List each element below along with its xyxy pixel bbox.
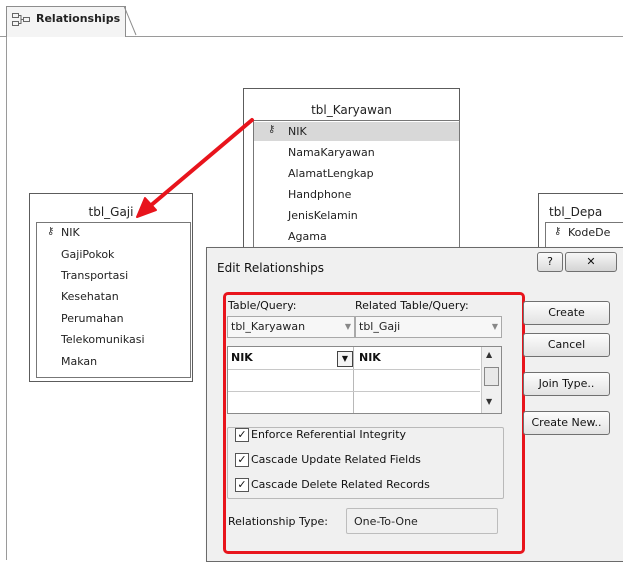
help-icon: ? xyxy=(547,255,553,268)
field-list[interactable]: ⚷ NIK GajiPokok Transportasi Kesehatan P… xyxy=(36,222,191,378)
field-row-selected[interactable] xyxy=(254,122,459,141)
close-button[interactable]: ✕ xyxy=(565,252,617,272)
check-mark-icon: ✓ xyxy=(237,453,247,466)
table-karyawan[interactable]: tbl_Karyawan ⚷ NIK NamaKaryawan AlamatLe… xyxy=(243,88,460,262)
table-query-value: tbl_Karyawan xyxy=(231,320,306,333)
dropdown-arrow-icon: ▼ xyxy=(491,322,498,331)
create-button[interactable]: Create xyxy=(523,301,610,325)
field-name[interactable]: GajiPokok xyxy=(61,248,114,261)
related-table-query-label: Related Table/Query: xyxy=(355,299,469,312)
field-mapping-grid[interactable]: NIK ▼ NIK ▲ ▼ xyxy=(227,346,502,414)
check-mark-icon: ✓ xyxy=(237,478,247,491)
dialog-title: Edit Relationships xyxy=(217,261,324,275)
field-name[interactable]: Perumahan xyxy=(61,312,124,325)
column-divider xyxy=(353,347,354,413)
key-icon: ⚷ xyxy=(268,124,276,135)
field-name[interactable]: Agama xyxy=(288,230,327,243)
table-title: tbl_Depa xyxy=(549,205,603,219)
field-name[interactable]: Transportasi xyxy=(61,269,128,282)
enforce-referential-integrity-checkbox[interactable]: ✓ xyxy=(235,428,249,442)
join-type-button[interactable]: Join Type.. xyxy=(523,372,610,396)
field-name[interactable]: NIK xyxy=(288,125,307,138)
table-query-select[interactable]: tbl_Karyawan ▼ xyxy=(227,316,355,338)
table-departemen[interactable]: tbl_Depa ⚷ KodeDe xyxy=(538,193,623,255)
scroll-up-icon[interactable]: ▲ xyxy=(486,350,492,359)
field-name[interactable]: Telekomunikasi xyxy=(61,333,145,346)
cancel-button[interactable]: Cancel xyxy=(523,333,610,357)
cascade-delete-checkbox[interactable]: ✓ xyxy=(235,478,249,492)
close-icon: ✕ xyxy=(586,255,596,268)
field-name[interactable]: KodeDe xyxy=(568,226,610,239)
check-mark-icon: ✓ xyxy=(237,428,247,441)
scroll-down-icon[interactable]: ▼ xyxy=(486,397,492,406)
field-name[interactable]: NIK xyxy=(61,226,80,239)
tab-edge xyxy=(118,6,137,36)
row-divider xyxy=(228,369,480,370)
tab-label: Relationships xyxy=(36,12,121,25)
key-icon: ⚷ xyxy=(47,226,55,237)
field-name[interactable]: JenisKelamin xyxy=(288,209,358,222)
create-new-button[interactable]: Create New.. xyxy=(523,411,610,435)
key-icon: ⚷ xyxy=(554,226,562,237)
relationship-type-label: Relationship Type: xyxy=(228,515,328,528)
field-name[interactable]: Makan xyxy=(61,355,97,368)
field-name[interactable]: AlamatLengkap xyxy=(288,167,374,180)
annotation-arrow xyxy=(136,118,254,218)
enforce-referential-integrity-label: Enforce Referential Integrity xyxy=(251,428,407,441)
table-title: tbl_Karyawan xyxy=(311,103,392,117)
field-name[interactable]: Kesehatan xyxy=(61,290,119,303)
grid-cell-primary-field[interactable]: NIK xyxy=(231,351,253,364)
grid-scrollbar[interactable]: ▲ ▼ xyxy=(481,347,501,413)
related-table-query-value: tbl_Gaji xyxy=(359,320,401,333)
field-list[interactable]: ⚷ NIK NamaKaryawan AlamatLengkap Handpho… xyxy=(253,120,460,262)
table-gaji[interactable]: tbl_Gaji ⚷ NIK GajiPokok Transportasi Ke… xyxy=(29,193,193,382)
field-dropdown-icon[interactable]: ▼ xyxy=(337,351,353,367)
relationship-type-value: One-To-One xyxy=(346,508,498,534)
cascade-update-checkbox[interactable]: ✓ xyxy=(235,453,249,467)
cascade-delete-label: Cascade Delete Related Records xyxy=(251,478,430,491)
grid-cell-related-field[interactable]: NIK xyxy=(359,351,381,364)
field-name[interactable]: Handphone xyxy=(288,188,351,201)
related-table-query-select[interactable]: tbl_Gaji ▼ xyxy=(355,316,502,338)
field-name[interactable]: NamaKaryawan xyxy=(288,146,375,159)
relationships-icon xyxy=(12,13,30,26)
dropdown-arrow-icon: ▼ xyxy=(344,322,351,331)
row-divider xyxy=(228,391,480,392)
table-query-label: Table/Query: xyxy=(228,299,297,312)
cascade-update-label: Cascade Update Related Fields xyxy=(251,453,421,466)
scroll-thumb[interactable] xyxy=(484,367,499,386)
help-button[interactable]: ? xyxy=(537,252,563,272)
